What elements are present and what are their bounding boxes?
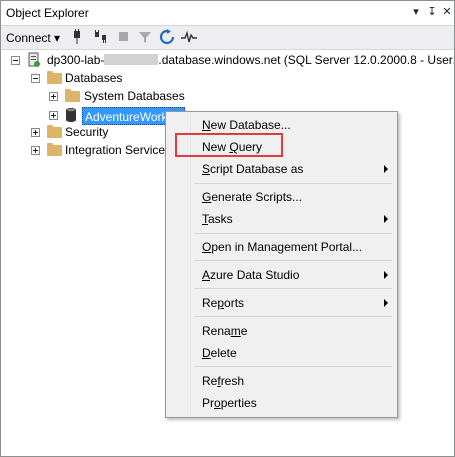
submenu-arrow-icon	[384, 299, 388, 307]
menu-item-delete[interactable]: Delete	[202, 344, 237, 362]
server-node[interactable]: dp300-lab- .database.windows.net (SQL Ser…	[47, 51, 455, 69]
menu-item-properties[interactable]: Properties	[202, 394, 257, 412]
database-icon	[66, 108, 76, 122]
disconnect-icon[interactable]	[93, 29, 109, 45]
menu-item-new-database[interactable]: New Database...	[202, 116, 291, 134]
collapse-toggle[interactable]	[31, 74, 40, 83]
menu-separator	[194, 260, 392, 261]
server-name-prefix: dp300-lab-	[47, 53, 105, 67]
expand-toggle[interactable]	[31, 128, 40, 137]
collapse-toggle[interactable]	[11, 56, 20, 65]
expand-toggle[interactable]	[49, 111, 58, 120]
security-node[interactable]: Security	[65, 123, 108, 141]
server-name-suffix: .database.windows.net (SQL Server 12.0.2…	[158, 53, 455, 67]
menu-item-script-database-as[interactable]: Script Database as	[202, 160, 392, 178]
server-icon	[28, 52, 40, 67]
submenu-arrow-icon	[384, 215, 388, 223]
connect-button[interactable]: Connect ▾	[6, 31, 60, 45]
menu-separator	[194, 288, 392, 289]
stop-icon[interactable]	[116, 29, 132, 45]
submenu-arrow-icon	[384, 271, 388, 279]
expand-toggle[interactable]	[31, 146, 40, 155]
panel-title: Object Explorer	[6, 6, 89, 20]
context-menu: New Database... New Query Script Databas…	[165, 111, 398, 418]
menu-separator	[194, 366, 392, 367]
menu-item-open-management-portal[interactable]: Open in Management Portal...	[202, 238, 362, 256]
title-bar: Object Explorer ▾ ↧ ✕	[1, 1, 454, 25]
menu-separator	[194, 233, 392, 234]
connect-icon[interactable]	[69, 29, 85, 45]
menu-item-rename[interactable]: Rename	[202, 322, 247, 340]
menu-item-refresh[interactable]: Refresh	[202, 372, 244, 390]
expand-toggle[interactable]	[49, 92, 58, 101]
chevron-down-icon: ▾	[54, 31, 61, 45]
folder-icon	[47, 143, 62, 156]
pin-icon[interactable]: ↧	[425, 4, 439, 20]
menu-item-tasks[interactable]: Tasks	[202, 210, 233, 228]
menu-icon-gutter	[166, 112, 191, 417]
menu-item-generate-scripts[interactable]: Generate Scripts...	[202, 188, 302, 206]
system-databases-node[interactable]: System Databases	[84, 87, 185, 105]
refresh-icon[interactable]	[159, 29, 175, 45]
connect-label: Connect	[6, 31, 51, 45]
submenu-arrow-icon	[384, 165, 388, 173]
menu-separator	[194, 316, 392, 317]
close-icon[interactable]: ✕	[440, 4, 454, 20]
new-query-highlight	[175, 133, 283, 157]
integration-services-node[interactable]: Integration Services	[65, 141, 171, 159]
folder-icon	[65, 89, 80, 102]
folder-icon	[47, 125, 62, 138]
redacted-text	[104, 54, 159, 65]
toolbar: Connect ▾	[1, 25, 454, 50]
menu-separator	[194, 183, 392, 184]
folder-icon	[47, 71, 62, 84]
dropdown-icon[interactable]: ▾	[409, 4, 423, 20]
databases-node[interactable]: Databases	[65, 69, 122, 87]
menu-item-reports[interactable]: Reports	[202, 294, 244, 312]
activity-monitor-icon[interactable]	[181, 29, 197, 45]
menu-item-azure-data-studio[interactable]: Azure Data Studio	[202, 266, 299, 284]
object-explorer-panel: Object Explorer ▾ ↧ ✕ Connect ▾ dp300-la…	[0, 0, 455, 457]
filter-icon[interactable]	[137, 29, 153, 45]
